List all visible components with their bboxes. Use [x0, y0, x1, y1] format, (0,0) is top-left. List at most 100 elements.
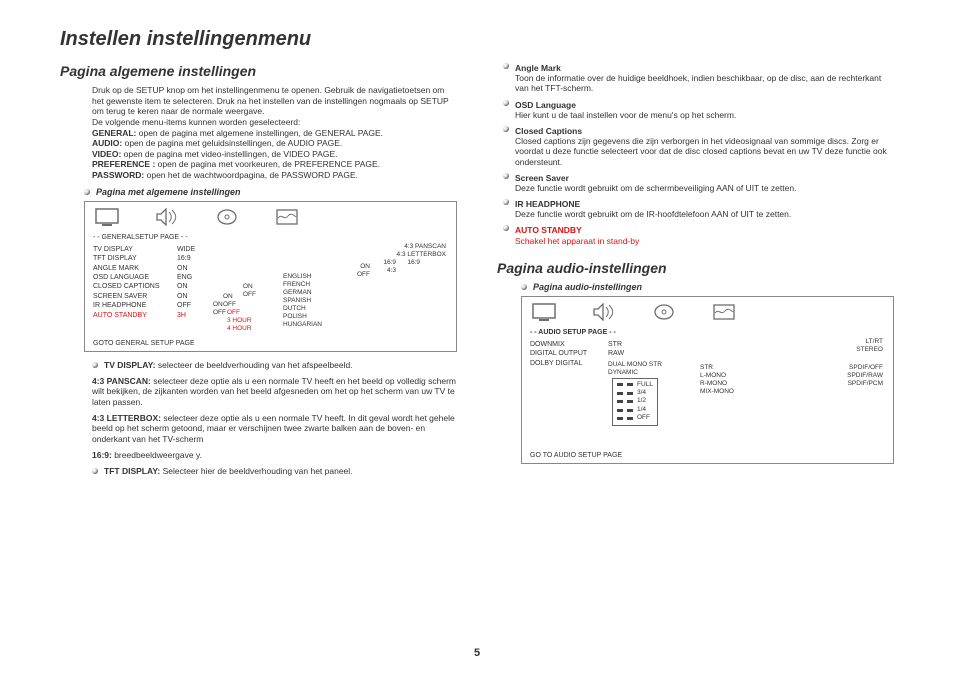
page-title: Instellen instellingenmenu: [60, 28, 894, 51]
left-column: Pagina algemene instellingen Druk op de …: [60, 63, 457, 482]
two-column-layout: Pagina algemene instellingen Druk op de …: [60, 63, 894, 482]
audio-settings-grid: DOWNMIX DIGITAL OUTPUT DOLBY DIGITAL STR…: [522, 338, 893, 448]
bullet-icon: [503, 199, 509, 205]
row-ir-headphone: IR HEADPHONE: [93, 301, 171, 310]
row-dolby-digital: DOLBY DIGITAL: [530, 359, 602, 368]
val-angle-mark: ON: [177, 264, 207, 273]
opt-cc-off: OFF: [243, 291, 256, 298]
opt-tft-43: 4:3: [387, 267, 396, 274]
bullet-icon: [503, 126, 509, 132]
row-tv-display: TV DISPLAY: [93, 245, 171, 254]
desc-panscan-lead: 4:3 PANSCAN:: [92, 376, 151, 386]
opt-lang-french: FRENCH: [283, 281, 310, 288]
page-number: 5: [474, 647, 480, 659]
val-ir-headphone: OFF: [177, 301, 207, 310]
item-ir-headphone: IR HEADPHONEDeze functie wordt gebruikt …: [503, 199, 894, 219]
row-closed-captions: CLOSED CAPTIONS: [93, 282, 171, 291]
menu-item-audio: AUDIO: open de pagina met geluidsinstell…: [92, 138, 457, 149]
opt-tv-panscan: 4:3 PANSCAN: [404, 243, 446, 250]
desc-tft-lead: TFT DISPLAY:: [104, 466, 160, 476]
opt-dd-str: STR: [700, 364, 713, 371]
opt-dd-lmono: L-MONO: [700, 372, 726, 379]
audio-footer: GO TO AUDIO SETUP PAGE: [522, 448, 893, 463]
opt-do-off: SPDIF/OFF: [849, 364, 883, 371]
panel-icon-row: [85, 202, 456, 232]
row-auto-standby: AUTO STANDBY: [93, 311, 171, 320]
opt-tft-169: 16:9: [383, 259, 396, 266]
bullet-icon: [84, 189, 90, 195]
audio-setup-panel: - - AUDIO SETUP PAGE - - DOWNMIX DIGITAL…: [521, 296, 894, 464]
menu-item-preference: PREFERENCE : open de pagina met voorkeur…: [92, 159, 457, 170]
speaker-icon: [592, 303, 616, 321]
intro-block: Druk op de SETUP knop om het instellinge…: [60, 85, 457, 181]
opt-dm-ltrt: LT/RT: [866, 338, 883, 345]
val-downmix: STR: [608, 340, 634, 349]
item-closed-captions: Closed CaptionsClosed captions zijn gege…: [503, 126, 894, 167]
desc-letterbox-lead: 4:3 LETTERBOX:: [92, 413, 161, 423]
disc-icon: [652, 303, 676, 321]
bullet-icon: [503, 173, 509, 179]
item-auto-standby: AUTO STANDBYSchakel het apparaat in stan…: [503, 225, 894, 245]
bullet-icon: [92, 468, 98, 474]
left-heading: Pagina algemene instellingen: [60, 63, 457, 79]
val-closed-captions: ON: [177, 282, 207, 291]
audio-panel-subhead: Pagina audio-instellingen: [521, 282, 894, 292]
row-osd-language: OSD LANGUAGE: [93, 273, 171, 282]
val-auto-standby: 3H: [177, 311, 207, 320]
opt-standby-off: OFF: [227, 309, 240, 316]
item-screen-saver: Screen SaverDeze functie wordt gebruikt …: [503, 173, 894, 193]
opt-ir-off: OFF: [213, 309, 226, 316]
bullet-icon: [92, 362, 98, 368]
row-angle-mark: ANGLE MARK: [93, 264, 171, 273]
opt-dm-stereo: STEREO: [856, 346, 883, 353]
val-digital-output: RAW: [608, 349, 634, 358]
audio-page-label: - - AUDIO SETUP PAGE - -: [522, 327, 893, 338]
speaker-icon: [155, 208, 179, 226]
general-setup-panel: - - GENERALSETUP PAGE - - TV DISPLAY TFT…: [84, 201, 457, 353]
val-tft-display: 16:9: [177, 254, 207, 263]
row-digital-output: DIGITAL OUTPUT: [530, 349, 602, 358]
menu-item-password: PASSWORD: open het de wachtwoordpagina, …: [92, 170, 457, 181]
dd-sub-dynamic: DYNAMIC: [608, 369, 634, 377]
desc-169-lead: 16:9:: [92, 450, 112, 460]
opt-lang-english: ENGLISH: [283, 273, 312, 280]
opt-dd-mixmono: MIX-MONO: [700, 388, 734, 395]
flag-icon: [712, 303, 736, 321]
bullet-icon: [521, 284, 527, 290]
opt-do-raw: SPDIF/RAW: [847, 372, 883, 379]
menu-item-video: VIDEO: open de pagina met video-instelli…: [92, 149, 457, 160]
right-heading-audio: Pagina audio-instellingen: [497, 260, 894, 276]
dd-sub-dualmono: DUAL MONO STR: [608, 361, 634, 369]
opt-angle-off: OFF: [357, 271, 370, 278]
intro-text-2: De volgende menu-items kunnen worden ges…: [92, 117, 457, 128]
tv-icon: [532, 303, 556, 321]
bullet-icon: [503, 100, 509, 106]
opt-dd-rmono: R-MONO: [700, 380, 727, 387]
val-tv-display: WIDE: [177, 245, 207, 254]
val-screen-saver: ON: [177, 292, 207, 301]
row-tft-display: TFT DISPLAY: [93, 254, 171, 263]
general-footer: GOTO GENERAL SETUP PAGE: [85, 326, 456, 351]
item-osd-language: OSD LanguageHier kunt u de taal instelle…: [503, 100, 894, 120]
opt-ss-on: ON: [223, 293, 233, 300]
opt-standby-3h: 3 HOUR: [227, 317, 252, 324]
opt-ss-off: OFF: [223, 301, 236, 308]
general-panel-subhead: Pagina met algemene instellingen: [84, 187, 457, 197]
row-downmix: DOWNMIX: [530, 340, 602, 349]
flag-icon: [275, 208, 299, 226]
tv-icon: [95, 208, 119, 226]
panel-icon-row: [522, 297, 893, 327]
disc-icon: [215, 208, 239, 226]
opt-tv-letterbox: 4:3 LETTERBOX: [397, 251, 447, 258]
opt-ir-on: ON: [213, 301, 223, 308]
opt-do-pcm: SPDIF/PCM: [848, 380, 883, 387]
row-screen-saver: SCREEN SAVER: [93, 292, 171, 301]
opt-lang-spanish: SPANISH: [283, 297, 311, 304]
bullet-icon: [503, 225, 509, 231]
description-block: TV DISPLAY: selecteer de beeldverhouding…: [60, 360, 457, 477]
opt-lang-hungarian: HUNGARIAN: [283, 321, 322, 328]
opt-tv-169: 16:9: [407, 259, 420, 266]
audio-options-area: LT/RT STEREO SPDIF/OFF SPDIF/RAW SPDIF/P…: [640, 340, 885, 442]
intro-text-1: Druk op de SETUP knop om het instellinge…: [92, 85, 457, 117]
menu-item-general: GENERAL: open de pagina met algemene ins…: [92, 128, 457, 139]
